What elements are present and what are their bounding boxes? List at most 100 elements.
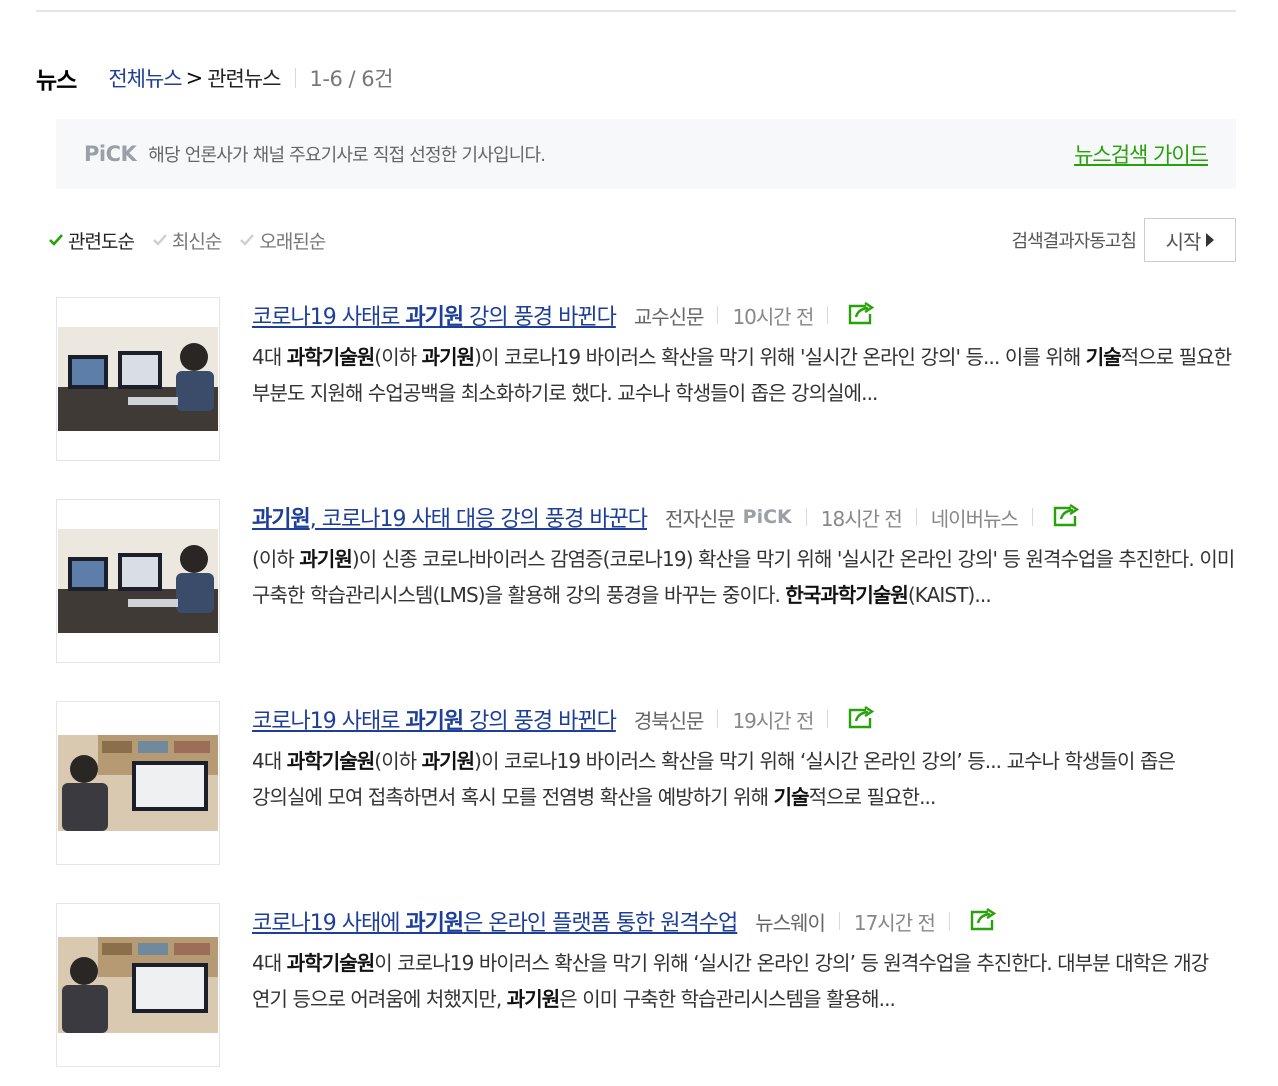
summary-text: 과학기술원 (286, 749, 375, 773)
news-content: 코로나19 사태에 과기원은 온라인 플랫폼 통한 원격수업 뉴스웨이 17시간 전… (252, 903, 1236, 1017)
news-time: 18시간 전 (820, 506, 903, 531)
breadcrumb-all-news-link[interactable]: 전체뉴스 (108, 63, 182, 93)
news-list: 코로나19 사태로 과기원 강의 풍경 바뀐다 교수신문 10시간 전 4대 과학기술… (56, 297, 1236, 1086)
summary-text: 과학기술원 (286, 345, 375, 369)
summary-text: )이 코로나19 바이러스 확산을 막기 위해 '실시간 온라인 강의' 등..… (474, 345, 1086, 369)
news-thumbnail[interactable] (56, 903, 220, 1067)
title-text: 코로나19 사태로 (252, 709, 406, 734)
summary-text: 과기원 (299, 547, 352, 571)
title-text: 강의 풍경 바뀐다 (463, 709, 617, 734)
news-title-link[interactable]: 코로나19 사태로 과기원 강의 풍경 바뀐다 (252, 703, 617, 735)
news-thumbnail[interactable] (56, 499, 220, 663)
summary-text: (이하 (374, 749, 422, 773)
breadcrumb-current: 관련뉴스 (207, 67, 281, 91)
news-time: 19시간 전 (732, 708, 814, 733)
summary-text: 과학기술원 (286, 951, 375, 975)
sort-relevance[interactable]: 관련도순 (48, 227, 135, 254)
news-time: 10시간 전 (732, 304, 814, 329)
news-title-row: 코로나19 사태에 과기원은 온라인 플랫폼 통한 원격수업 뉴스웨이 17시간 전 (252, 903, 1236, 939)
share-button[interactable] (964, 906, 998, 936)
summary-text: (KAIST)... (907, 583, 992, 607)
summary-text: 한국과학기술원 (785, 583, 908, 607)
auto-refresh-start-button[interactable]: 시작 (1144, 218, 1236, 262)
summary-text: 4대 (252, 951, 287, 975)
title-text: , 코로나19 사태 대응 강의 풍경 바꾼다 (309, 507, 648, 532)
sort-oldest[interactable]: 오래된순 (239, 227, 326, 254)
summary-text: 4대 (252, 749, 287, 773)
news-item: 코로나19 사태로 과기원 강의 풍경 바뀐다 경북신문 19시간 전 4대 과학기술… (56, 701, 1236, 903)
auto-refresh-label: 검색결과자동고침 (1011, 231, 1137, 252)
news-thumbnail[interactable] (56, 701, 220, 865)
news-title-link[interactable]: 과기원, 코로나19 사태 대응 강의 풍경 바꾼다 (252, 501, 648, 533)
title-text: 코로나19 사태로 (252, 305, 406, 330)
news-summary: (이하 과기원)이 신종 코로나바이러스 감염증(코로나19) 확산을 막기 위… (252, 541, 1236, 613)
news-summary: 4대 과학기술원(이하 과기원)이 코로나19 바이러스 확산을 막기 위해 '… (252, 339, 1236, 411)
naver-news-link[interactable]: 네이버뉴스 (931, 503, 1019, 532)
summary-text: )이 신종 코로나바이러스 감염증(코로나19) 확산을 막기 위해 '실시간 … (252, 547, 1235, 607)
news-title-row: 과기원, 코로나19 사태 대응 강의 풍경 바꾼다 전자신문 PiCK 18시간 전… (252, 499, 1236, 535)
thumbnail-photo (58, 327, 218, 431)
news-item: 코로나19 사태에 과기원은 온라인 플랫폼 통한 원격수업 뉴스웨이 17시간 전… (56, 903, 1236, 1086)
news-title-link[interactable]: 코로나19 사태에 과기원은 온라인 플랫폼 통한 원격수업 (252, 905, 738, 937)
thumbnail-photo (58, 529, 218, 633)
meta-divider (838, 912, 840, 930)
news-title-row: 코로나19 사태로 과기원 강의 풍경 바뀐다 교수신문 10시간 전 (252, 297, 1236, 333)
title-text: 과기원 (405, 709, 464, 734)
meta-divider (717, 306, 719, 324)
summary-text: 기술 (1085, 345, 1122, 369)
news-summary: 4대 과학기술원이 코로나19 바이러스 확산을 막기 위해 ‘실시간 온라인 … (252, 945, 1236, 1017)
title-text: 은 온라인 플랫폼 통한 원격수업 (463, 911, 738, 936)
sort-oldest-label: 오래된순 (259, 230, 326, 253)
thumbnail-photo (58, 735, 218, 831)
press-name[interactable]: 교수신문 (634, 301, 705, 330)
meta-divider (805, 508, 807, 526)
pick-description: 해당 언론사가 채널 주요기사로 직접 선정한 기사입니다. (148, 145, 546, 166)
share-icon[interactable] (846, 704, 876, 730)
share-icon[interactable] (1051, 502, 1081, 528)
title-text: 과기원 (405, 911, 464, 936)
press-name[interactable]: 뉴스웨이 (755, 907, 826, 936)
summary-text: 은 이미 구축한 학습관리시스템을 활용해... (559, 987, 896, 1011)
result-count: 1-6 / 6건 (309, 67, 394, 91)
news-summary: 4대 과학기술원(이하 과기원)이 코로나19 바이러스 확산을 막기 위해 ‘… (252, 743, 1236, 815)
share-icon[interactable] (968, 906, 998, 932)
press-name[interactable]: 전자신문 (665, 503, 736, 532)
sort-latest[interactable]: 최신순 (152, 227, 222, 254)
section-header: 뉴스 전체뉴스 > 관련뉴스 1-6 / 6건 (36, 60, 1236, 96)
section-title: 뉴스 (36, 68, 77, 94)
pick-logo: PiCK (84, 142, 137, 166)
check-icon (240, 234, 255, 246)
summary-text: (이하 (374, 345, 422, 369)
check-icon (49, 234, 63, 246)
news-content: 코로나19 사태로 과기원 강의 풍경 바뀐다 교수신문 10시간 전 4대 과학기술… (252, 297, 1236, 411)
share-icon[interactable] (846, 300, 876, 326)
play-icon (1206, 233, 1215, 247)
summary-text: (이하 (252, 547, 300, 571)
news-content: 과기원, 코로나19 사태 대응 강의 풍경 바꾼다 전자신문 PiCK 18시간 전… (252, 499, 1236, 613)
summary-text: 적으로 필요한... (808, 785, 937, 809)
share-button[interactable] (1047, 502, 1081, 532)
press-name[interactable]: 경북신문 (634, 705, 705, 734)
meta-divider (717, 710, 719, 728)
share-button[interactable] (842, 300, 876, 330)
summary-text: 과기원 (421, 749, 475, 773)
news-title-link[interactable]: 코로나19 사태로 과기원 강의 풍경 바뀐다 (252, 299, 617, 331)
summary-text: 4대 (252, 345, 287, 369)
summary-text: 기술 (773, 785, 810, 809)
meta-divider (915, 508, 917, 526)
breadcrumb-separator: > (185, 66, 204, 90)
news-thumbnail[interactable] (56, 297, 220, 461)
summary-text: 과기원 (421, 345, 475, 369)
summary-text: 과기원 (506, 987, 560, 1011)
start-button-label: 시작 (1165, 229, 1202, 254)
header-divider (294, 68, 296, 88)
news-time: 17시간 전 (853, 910, 936, 935)
news-search-guide-link[interactable]: 뉴스검색 가이드 (1074, 139, 1209, 169)
news-content: 코로나19 사태로 과기원 강의 풍경 바뀐다 경북신문 19시간 전 4대 과학기술… (252, 701, 1236, 815)
news-item: 코로나19 사태로 과기원 강의 풍경 바뀐다 교수신문 10시간 전 4대 과학기술… (56, 297, 1236, 499)
sort-latest-label: 최신순 (171, 230, 222, 253)
meta-divider (948, 912, 950, 930)
sort-bar: 관련도순 최신순 오래된순 검색결과자동고침 시작 (48, 218, 1236, 262)
thumbnail-photo (58, 937, 218, 1033)
share-button[interactable] (842, 704, 876, 734)
